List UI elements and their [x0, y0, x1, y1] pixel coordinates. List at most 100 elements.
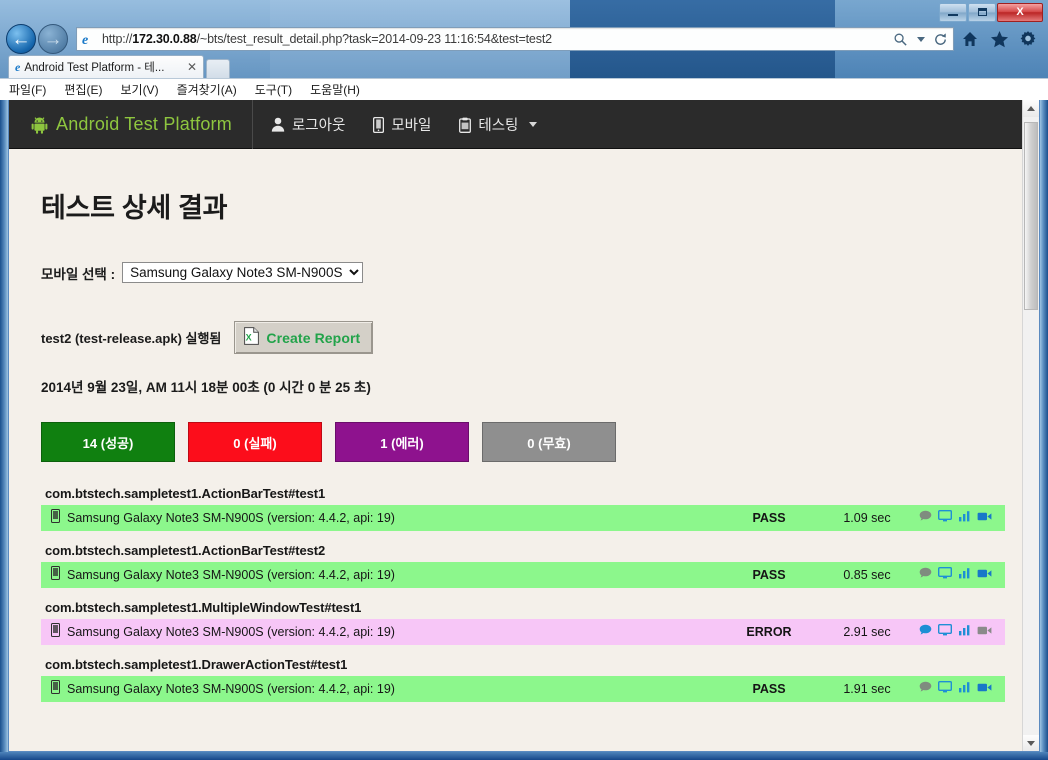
scroll-down-button[interactable] [1023, 735, 1039, 751]
tab-close-icon[interactable]: ✕ [187, 60, 197, 74]
menu-item-favorites[interactable]: 즐겨찾기(A) [168, 81, 246, 98]
nav-item-testing-label: 테스팅 [478, 118, 519, 134]
site-brand[interactable]: Android Test Platform [9, 100, 253, 149]
test-name: com.btstech.sampletest1.ActionBarTest#te… [45, 543, 326, 558]
browser-tab[interactable]: e Android Test Platform - 테... ✕ [8, 55, 204, 78]
close-button[interactable]: X [997, 2, 1043, 22]
comment-icon[interactable] [919, 680, 932, 698]
device-label: Samsung Galaxy Note3 SM-N900S (version: … [67, 625, 395, 639]
site-navbar: Android Test Platform 로그아웃 모바일 테스팅 [9, 100, 1023, 149]
excel-file-icon: X [244, 327, 260, 348]
table-row[interactable]: Samsung Galaxy Note3 SM-N900S (version: … [41, 562, 1005, 588]
chart-icon[interactable] [958, 623, 971, 641]
back-button[interactable]: ← [6, 24, 36, 54]
page-content: Android Test Platform 로그아웃 모바일 테스팅 테스트 상… [9, 100, 1023, 751]
screen-icon[interactable] [937, 680, 953, 698]
create-report-button[interactable]: X Create Report [234, 321, 374, 354]
row-action-icons [919, 623, 1005, 641]
browser-toolbar-icons [960, 29, 1048, 49]
chevron-down-icon [1027, 741, 1035, 746]
menu-item-file[interactable]: 파일(F) [0, 81, 55, 98]
tab-favicon-icon: e [15, 59, 21, 74]
browser-window: X ← → e http://172.30.0.88/~bts/test_res… [0, 0, 1048, 760]
status-button-error[interactable]: 1 (에러) [335, 422, 469, 462]
page-title: 테스트 상세 결과 [41, 193, 228, 223]
refresh-icon[interactable] [932, 31, 949, 48]
table-row[interactable]: Samsung Galaxy Note3 SM-N900S (version: … [41, 505, 1005, 531]
row-action-icons [919, 566, 1005, 584]
test-name: com.btstech.sampletest1.ActionBarTest#te… [45, 486, 326, 501]
search-dropdown-icon[interactable] [912, 31, 929, 48]
result-group: com.btstech.sampletest1.MultipleWindowTe… [41, 600, 1005, 645]
window-frame-left [0, 100, 8, 760]
mobile-device-icon [51, 508, 60, 528]
search-icon[interactable] [892, 31, 909, 48]
row-device: Samsung Galaxy Note3 SM-N900S (version: … [51, 622, 723, 642]
maximize-button[interactable] [968, 2, 996, 22]
comment-icon[interactable] [919, 623, 932, 641]
chart-icon[interactable] [958, 680, 971, 698]
device-label: Samsung Galaxy Note3 SM-N900S (version: … [67, 511, 395, 525]
table-row[interactable]: Samsung Galaxy Note3 SM-N900S (version: … [41, 676, 1005, 702]
screen-icon[interactable] [937, 623, 953, 641]
video-icon[interactable] [977, 623, 992, 641]
screen-icon[interactable] [937, 566, 953, 584]
user-icon [271, 117, 285, 132]
back-arrow-icon: ← [11, 28, 31, 50]
menu-item-edit[interactable]: 편집(E) [55, 81, 111, 98]
window-frame-bottom [0, 752, 1048, 760]
status-button-pass[interactable]: 14 (성공) [41, 422, 175, 462]
status-summary-buttons: 14 (성공) 0 (실패) 1 (에러) 0 (무효) [41, 422, 1023, 462]
status-button-invalid[interactable]: 0 (무효) [482, 422, 616, 462]
menu-item-view[interactable]: 보기(V) [111, 81, 167, 98]
status-button-fail[interactable]: 0 (실패) [188, 422, 322, 462]
url-text: http://172.30.0.88/~bts/test_result_deta… [102, 32, 552, 46]
row-action-icons [919, 680, 1005, 698]
video-icon[interactable] [977, 509, 992, 527]
apk-label: test2 (test-release.apk) 실행됨 [41, 331, 222, 346]
menu-item-tools[interactable]: 도구(T) [246, 81, 301, 98]
home-icon[interactable] [960, 29, 980, 49]
menu-item-help[interactable]: 도움말(H) [301, 81, 369, 98]
chevron-up-icon [1027, 106, 1035, 111]
screen-icon[interactable] [937, 509, 953, 527]
tab-strip: e Android Test Platform - 테... ✕ [0, 54, 1048, 78]
row-action-icons [919, 509, 1005, 527]
forward-arrow-icon: → [43, 28, 63, 50]
scroll-up-button[interactable] [1023, 100, 1039, 117]
create-report-label: Create Report [266, 329, 361, 346]
chart-icon[interactable] [958, 509, 971, 527]
mobile-device-icon [51, 622, 60, 642]
window-frame-right [1040, 100, 1048, 760]
video-icon[interactable] [977, 680, 992, 698]
row-time: 1.91 sec [843, 682, 891, 696]
site-brand-label: Android Test Platform [56, 114, 232, 134]
vertical-scrollbar[interactable] [1022, 100, 1039, 751]
new-tab-button[interactable] [206, 59, 230, 78]
video-icon[interactable] [977, 566, 992, 584]
clipboard-icon [459, 117, 472, 133]
comment-icon[interactable] [919, 566, 932, 584]
forward-button[interactable]: → [38, 24, 68, 54]
nav-item-logout[interactable]: 로그아웃 [271, 114, 345, 135]
row-time: 2.91 sec [843, 625, 891, 639]
table-row[interactable]: Samsung Galaxy Note3 SM-N900S (version: … [41, 619, 1005, 645]
chart-icon[interactable] [958, 566, 971, 584]
row-time: 0.85 sec [843, 568, 891, 582]
window-caption-buttons: X [938, 2, 1043, 22]
mobile-device-icon [51, 565, 60, 585]
comment-icon[interactable] [919, 509, 932, 527]
address-bar[interactable]: e http://172.30.0.88/~bts/test_result_de… [76, 27, 954, 51]
minimize-button[interactable] [939, 2, 967, 22]
browser-navigation-bar: ← → e http://172.30.0.88/~bts/test_resul… [0, 22, 1048, 56]
mobile-select[interactable]: Samsung Galaxy Note3 SM-N900S [122, 262, 364, 283]
nav-item-mobile[interactable]: 모바일 [373, 114, 431, 135]
scrollbar-thumb[interactable] [1024, 122, 1038, 310]
star-icon[interactable] [989, 29, 1009, 49]
nav-item-logout-label: 로그아웃 [291, 118, 346, 134]
device-label: Samsung Galaxy Note3 SM-N900S (version: … [67, 682, 395, 696]
test-name: com.btstech.sampletest1.DrawerActionTest… [45, 657, 348, 672]
gear-icon[interactable] [1018, 29, 1038, 49]
nav-item-testing[interactable]: 테스팅 [459, 114, 538, 135]
row-time: 1.09 sec [843, 511, 891, 525]
